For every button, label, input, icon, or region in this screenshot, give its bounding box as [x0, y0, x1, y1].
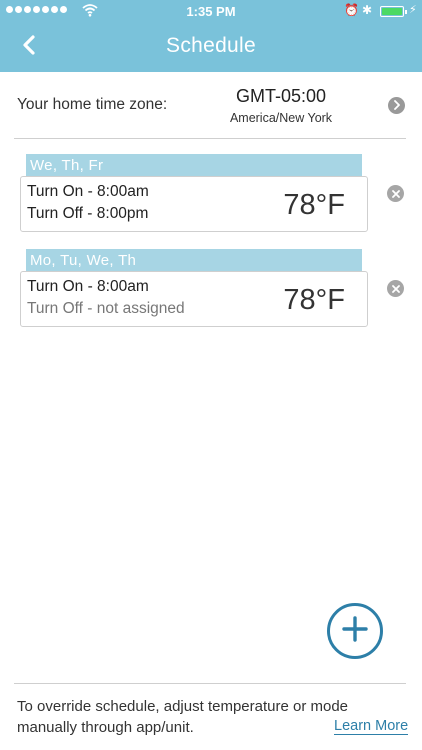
- timezone-value: GMT-05:00 America/New York: [205, 86, 357, 125]
- schedule-card[interactable]: Turn On - 8:00am Turn Off - 8:00pm 78°F: [20, 176, 368, 232]
- timezone-name: America/New York: [229, 111, 333, 125]
- close-icon: [391, 280, 400, 298]
- timezone-chevron-button[interactable]: [388, 97, 405, 114]
- charging-bolt-icon: ⚡: [409, 4, 417, 16]
- schedule-temperature: 78°F: [283, 189, 345, 221]
- close-icon: [391, 185, 400, 203]
- turn-off-time: Turn Off - not assigned: [27, 300, 185, 317]
- schedule-days: Mo, Tu, We, Th: [26, 249, 362, 272]
- status-bar: 1:35 PM ⏰ ✱ ⚡: [0, 0, 422, 22]
- add-schedule-button[interactable]: [327, 603, 383, 659]
- turn-on-time: Turn On - 8:00am: [27, 183, 149, 200]
- header-bar: 1:35 PM ⏰ ✱ ⚡ Schedule: [0, 0, 422, 72]
- turn-on-time: Turn On - 8:00am: [27, 278, 149, 295]
- divider: [14, 683, 406, 684]
- remove-schedule-button[interactable]: [387, 185, 404, 202]
- page-title: Schedule: [166, 34, 256, 57]
- schedule-temperature: 78°F: [283, 284, 345, 316]
- bluetooth-icon: ✱: [362, 3, 373, 17]
- turn-off-time: Turn Off - 8:00pm: [27, 205, 149, 222]
- plus-icon: [342, 615, 368, 647]
- timezone-row[interactable]: Your home time zone: GMT-05:00 America/N…: [0, 72, 422, 138]
- remove-schedule-button[interactable]: [387, 280, 404, 297]
- timezone-offset: GMT-05:00: [235, 86, 327, 106]
- schedule-card[interactable]: Turn On - 8:00am Turn Off - not assigned…: [20, 271, 368, 327]
- alarm-icon: ⏰: [344, 3, 359, 17]
- learn-more-link[interactable]: Learn More: [334, 718, 409, 735]
- schedule-days: We, Th, Fr: [26, 154, 362, 177]
- battery-icon: [380, 6, 407, 17]
- divider: [14, 138, 406, 139]
- timezone-label: Your home time zone:: [17, 96, 168, 113]
- chevron-right-icon: [393, 97, 401, 115]
